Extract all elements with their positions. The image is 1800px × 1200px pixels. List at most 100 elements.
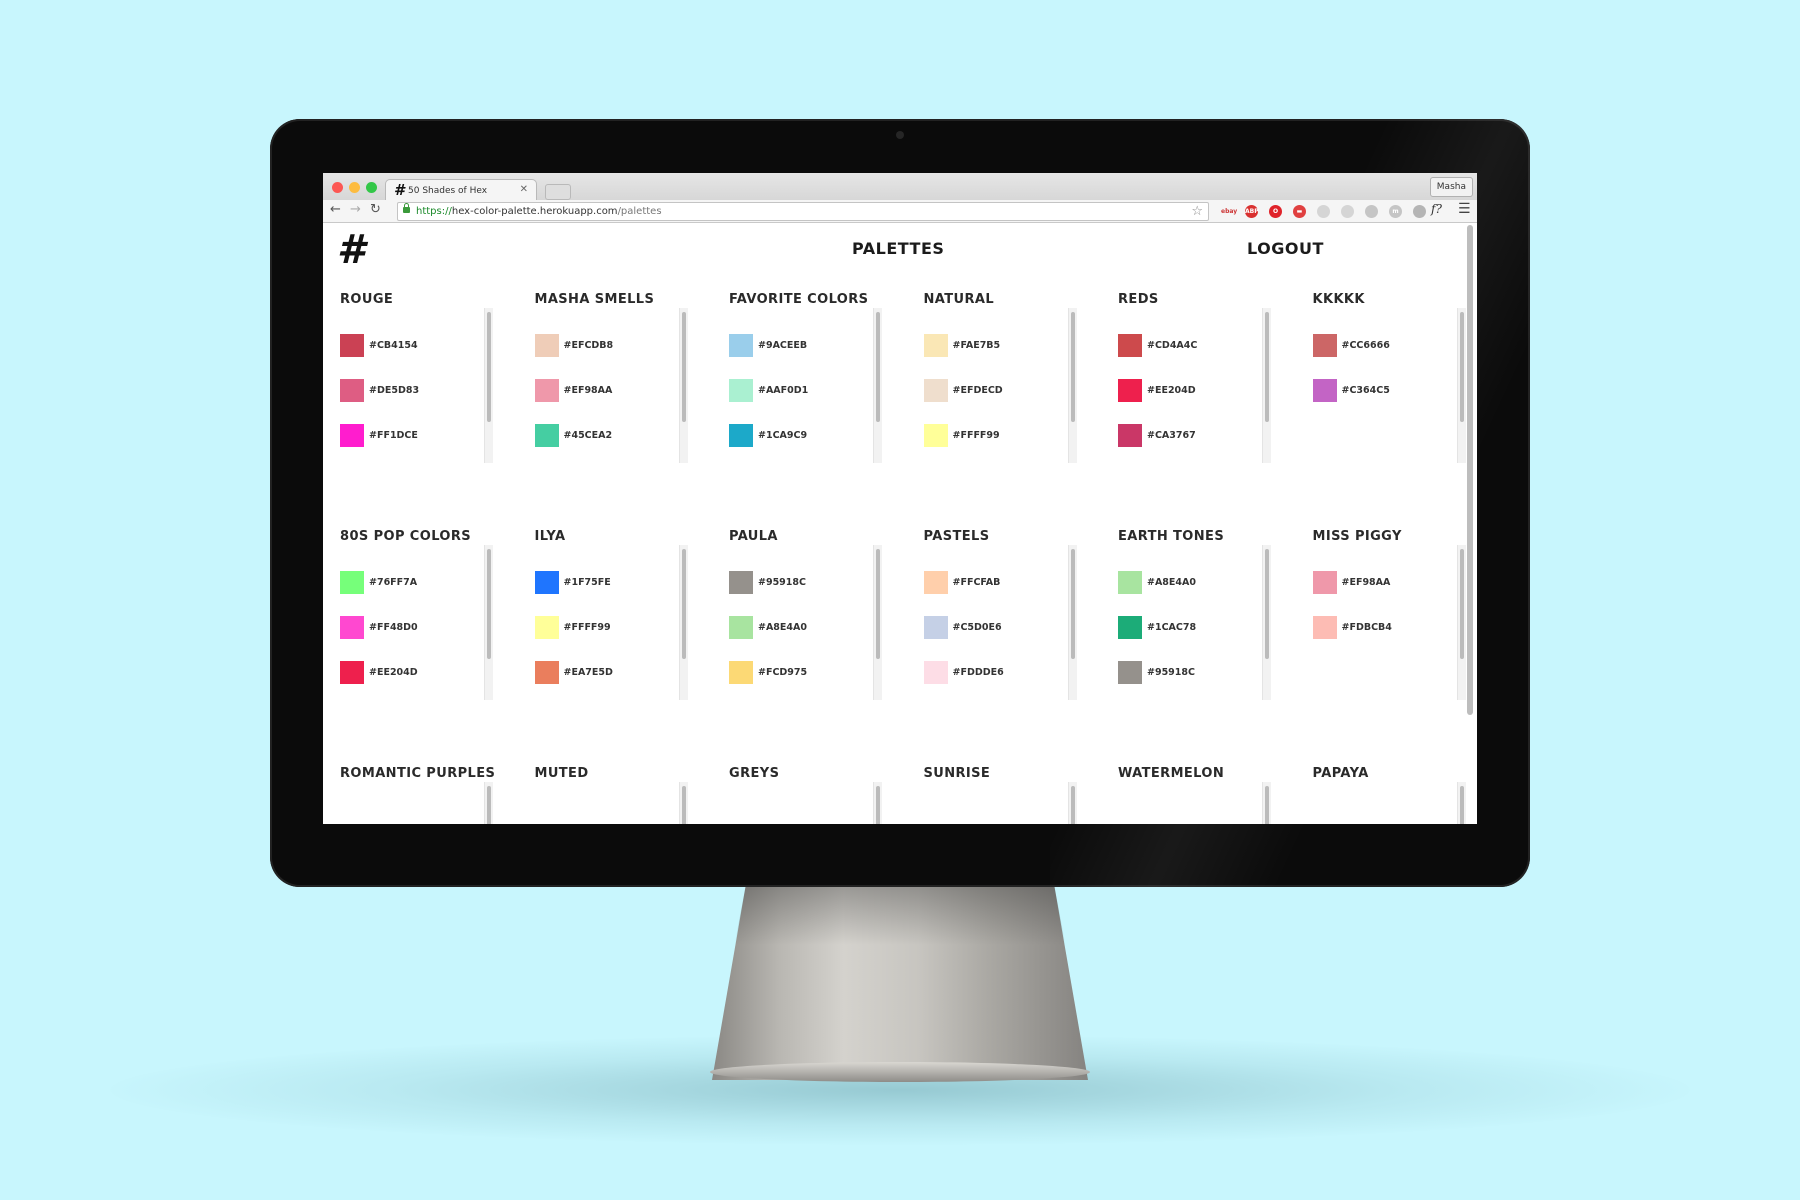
color-swatch[interactable] [923,379,948,402]
palette-card[interactable]: MUTED [518,766,693,824]
palette-title[interactable]: MISS PIGGY [1313,529,1402,544]
color-swatch[interactable] [340,424,364,447]
adblock-icon[interactable]: ABP [1245,205,1259,218]
palette-scrollbar-thumb[interactable] [1265,549,1269,659]
window-zoom-icon[interactable] [366,182,377,193]
color-swatch[interactable] [1312,616,1337,639]
color-swatch[interactable] [534,571,559,594]
palette-title[interactable]: ROUGE [340,292,393,307]
palette-card[interactable]: PAULA #95918C #A8E4A0 #FCD975 [712,529,887,729]
palette-title[interactable]: EARTH TONES [1118,529,1224,544]
profile-button[interactable]: Masha [1429,177,1473,197]
nav-palettes-link[interactable]: PALETTES [852,239,944,258]
palette-scrollbar-thumb[interactable] [1459,312,1464,422]
color-swatch[interactable] [729,424,753,447]
color-swatch[interactable] [340,571,364,594]
palette-card[interactable]: ILYA #1F75FE #FFFF99 #EA7E5D [518,529,693,729]
color-swatch[interactable] [1118,571,1142,594]
palette-scrollbar[interactable] [873,782,882,824]
color-swatch[interactable] [729,379,753,402]
browser-tab[interactable]: # 50 Shades of Hex ✕ [385,179,537,201]
color-swatch[interactable] [1118,379,1142,402]
palette-scrollbar[interactable] [678,308,688,463]
palette-card[interactable]: FAVORITE COLORS #9ACEEB #AAF0D1 #1CA9C9 [712,292,887,492]
extension-check-icon[interactable] [1413,205,1426,218]
menu-icon[interactable]: ☰ [1458,201,1471,217]
palette-card[interactable]: EARTH TONES #A8E4A0 #1CAC78 #95918C [1101,529,1276,729]
palette-scrollbar[interactable] [1067,545,1077,700]
pocket-icon[interactable]: ▬ [1293,205,1306,218]
color-swatch[interactable] [923,571,948,594]
palette-title[interactable]: MUTED [535,766,589,781]
palette-scrollbar-thumb[interactable] [681,549,686,659]
palette-scrollbar[interactable] [678,782,688,824]
palette-card[interactable]: REDS #CD4A4C #EE204D #CA3767 [1101,292,1276,492]
palette-title[interactable]: PASTELS [924,529,990,544]
palette-card[interactable]: PAPAYA [1296,766,1471,824]
color-swatch[interactable] [923,616,948,639]
palette-title[interactable]: SUNRISE [924,766,991,781]
back-arrow-icon[interactable]: ← [330,202,341,217]
palette-scrollbar[interactable] [1262,308,1271,463]
palette-card[interactable]: MASHA SMELLS #EFCDB8 #EF98AA #45CEA2 [518,292,693,492]
palette-card[interactable]: NATURAL #FAE7B5 #EFDECD #FFFF99 [907,292,1082,492]
palette-title[interactable]: REDS [1118,292,1159,307]
color-swatch[interactable] [1312,379,1337,402]
palette-card[interactable]: SUNRISE [907,766,1082,824]
color-swatch[interactable] [534,334,559,357]
color-swatch[interactable] [340,379,364,402]
palette-title[interactable]: PAULA [729,529,778,544]
color-swatch[interactable] [534,616,559,639]
color-swatch[interactable] [534,424,559,447]
palette-card[interactable]: KKKKK #CC6666 #C364C5 [1296,292,1471,492]
palette-card[interactable]: PASTELS #FFCFAB #C5D0E6 #FDDDE6 [907,529,1082,729]
palette-scrollbar[interactable] [484,782,493,824]
palette-scrollbar[interactable] [1456,545,1466,700]
extension-circle-icon[interactable] [1317,205,1330,218]
palette-title[interactable]: 80S POP COLORS [340,529,471,544]
palette-scrollbar-thumb[interactable] [1070,549,1075,659]
palette-scrollbar[interactable] [1067,782,1077,824]
font-extension-icon[interactable]: f? [1431,202,1442,216]
palette-title[interactable]: ROMANTIC PURPLES [340,766,495,781]
palette-scrollbar-thumb[interactable] [487,549,491,659]
palette-card[interactable]: MISS PIGGY #EF98AA #FDBCB4 [1296,529,1471,729]
palette-card[interactable]: GREYS [712,766,887,824]
palette-scrollbar[interactable] [1262,545,1271,700]
palette-scrollbar[interactable] [1456,782,1466,824]
reload-icon[interactable]: ↻ [370,202,381,217]
palette-scrollbar[interactable] [678,545,688,700]
color-swatch[interactable] [340,334,364,357]
palette-scrollbar-thumb[interactable] [876,549,880,659]
palette-scrollbar[interactable] [1067,308,1077,463]
color-swatch[interactable] [1118,424,1142,447]
color-swatch[interactable] [1118,334,1142,357]
extension-angular-icon[interactable] [1365,205,1378,218]
color-swatch[interactable] [534,379,559,402]
palette-title[interactable]: FAVORITE COLORS [729,292,868,307]
extension-m-icon[interactable]: m [1389,205,1402,218]
palette-scrollbar[interactable] [484,308,493,463]
palette-scrollbar[interactable] [873,545,882,700]
color-swatch[interactable] [534,661,559,684]
palette-scrollbar-thumb[interactable] [681,786,686,824]
address-bar[interactable]: https://hex-color-palette.herokuapp.com/… [397,202,1209,221]
page-scrollbar[interactable] [1467,225,1473,715]
palette-title[interactable]: GREYS [729,766,779,781]
palette-card[interactable]: 80S POP COLORS #76FF7A #FF48D0 #EE204D [323,529,498,729]
color-swatch[interactable] [340,661,364,684]
color-swatch[interactable] [729,334,753,357]
logo-hash[interactable]: # [337,227,365,273]
color-swatch[interactable] [1312,334,1337,357]
palette-title[interactable]: WATERMELON [1118,766,1224,781]
extension-triangle-icon[interactable] [1341,205,1354,218]
tab-close-icon[interactable]: ✕ [520,184,528,195]
palette-title[interactable]: ILYA [535,529,566,544]
opera-icon[interactable]: O [1269,205,1282,218]
color-swatch[interactable] [729,661,753,684]
palette-title[interactable]: MASHA SMELLS [535,292,655,307]
palette-title[interactable]: NATURAL [924,292,995,307]
color-swatch[interactable] [1118,616,1142,639]
palette-scrollbar-thumb[interactable] [876,786,880,824]
palette-scrollbar-thumb[interactable] [1070,312,1075,422]
